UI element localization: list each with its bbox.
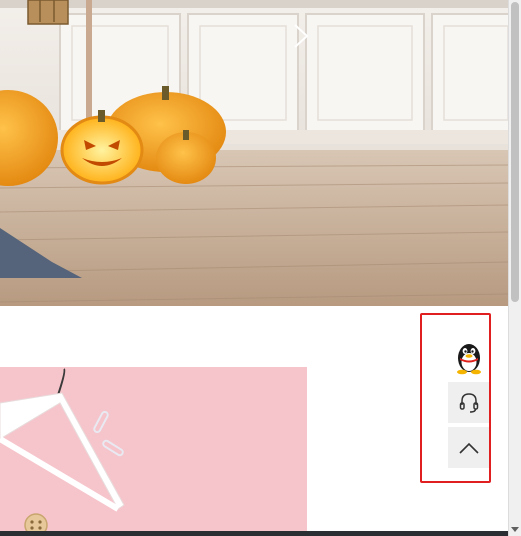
floating-contact-widget: [420, 313, 491, 483]
footer-edge: [0, 531, 508, 536]
chevron-up-icon: [458, 442, 479, 454]
vertical-scrollbar[interactable]: [508, 0, 521, 536]
scrollbar-thumb[interactable]: [511, 2, 519, 302]
chevron-right-icon: [294, 24, 309, 48]
hanger-promo-image: [0, 368, 125, 531]
headset-icon: [459, 392, 478, 413]
qq-button[interactable]: [448, 336, 489, 377]
banner-next-arrow[interactable]: [292, 22, 310, 50]
qq-penguin-icon: [456, 343, 481, 374]
customer-service-button[interactable]: [448, 382, 489, 423]
promo-image[interactable]: [0, 367, 307, 531]
hero-banner[interactable]: [0, 0, 508, 306]
back-to-top-button[interactable]: [448, 427, 489, 468]
scroll-down-arrow-icon[interactable]: [511, 527, 519, 532]
halloween-banner-image: [0, 0, 508, 306]
